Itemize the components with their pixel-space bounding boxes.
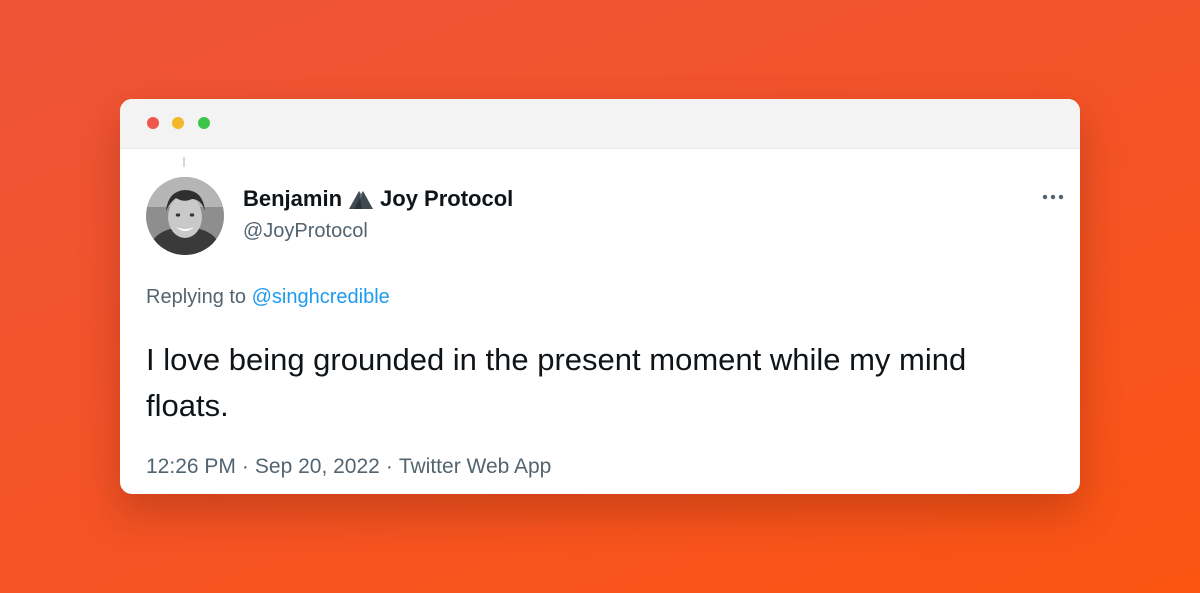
display-name-last: Joy Protocol — [380, 186, 514, 211]
meta-separator: · — [241, 455, 249, 478]
window-minimize-button[interactable] — [172, 117, 184, 129]
more-options-button[interactable] — [1040, 187, 1066, 207]
user-handle[interactable]: @JoyProtocol — [243, 220, 368, 243]
more-options-icon — [1042, 194, 1064, 200]
window-close-button[interactable] — [147, 117, 159, 129]
tweet-source: Twitter Web App — [398, 455, 552, 478]
tweet-time-link[interactable]: 12:26 PM — [146, 455, 236, 478]
tweet-text: I love being grounded in the present mom… — [146, 342, 967, 423]
display-name[interactable]: Benjamin Joy Protocol — [243, 186, 513, 212]
tweet-metadata: 12:26 PM · Sep 20, 2022 · Twitter Web App — [146, 455, 551, 479]
avatar[interactable] — [146, 177, 224, 255]
window-maximize-button[interactable] — [198, 117, 210, 129]
window-titlebar — [120, 99, 1080, 149]
tweet-date-link[interactable]: Sep 20, 2022 — [255, 455, 380, 478]
replying-to-label: Replying to — [146, 286, 247, 308]
replying-to-mention-link[interactable]: @singhcredible — [252, 286, 390, 308]
avatar-photo-icon — [146, 177, 224, 255]
replying-to: Replying to @singhcredible — [146, 286, 390, 309]
thread-connector-line — [183, 157, 185, 167]
display-name-first: Benjamin — [243, 186, 343, 211]
tweet-window: Benjamin Joy Protocol @JoyProtocol Reply… — [120, 99, 1080, 494]
meta-separator: · — [385, 455, 393, 478]
mountain-emoji-icon — [348, 188, 374, 210]
